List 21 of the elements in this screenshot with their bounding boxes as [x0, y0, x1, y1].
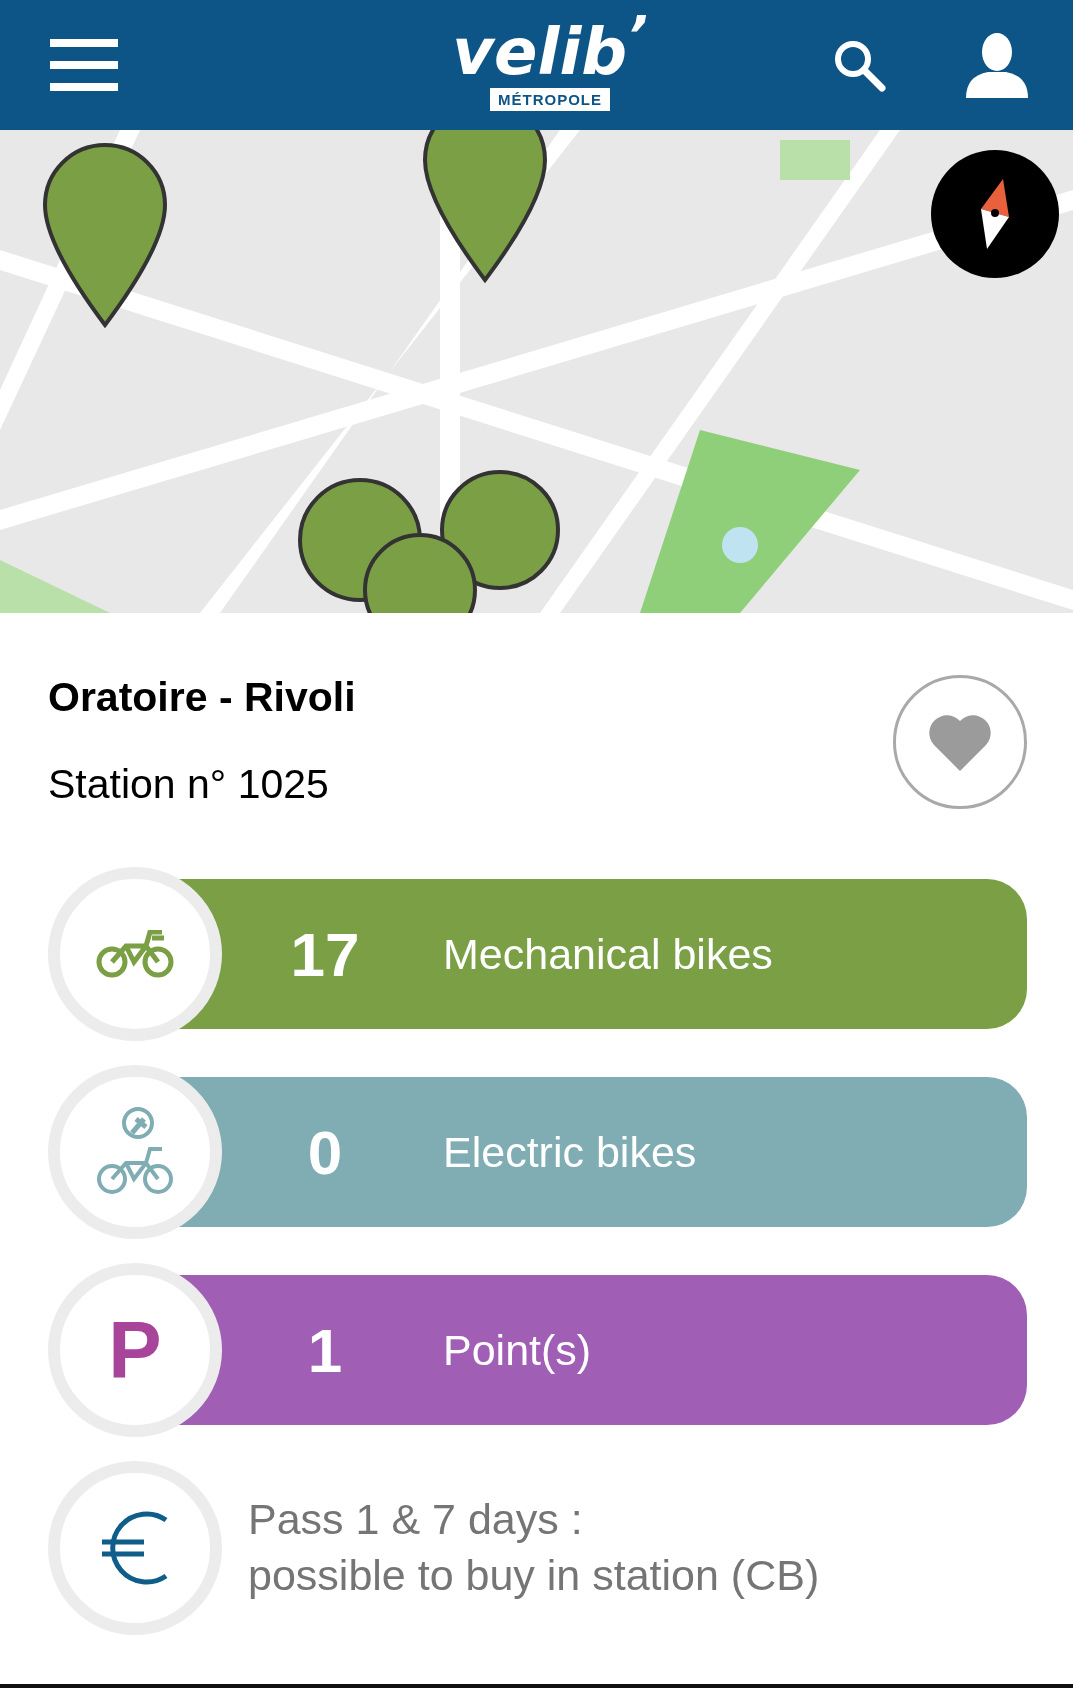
pass-info: Pass 1 & 7 days : possible to buy in station (CB) — [248, 1494, 820, 1602]
menu-button[interactable] — [50, 39, 118, 91]
menu-icon — [50, 39, 118, 91]
station-name: Oratoire - Rivoli — [48, 673, 356, 722]
person-icon — [966, 32, 1028, 98]
count-label: Mechanical bikes — [443, 929, 773, 979]
logo-text: velib$^{’}$ — [452, 14, 648, 89]
profile-button[interactable] — [966, 32, 1028, 98]
count-value: 0 — [306, 1116, 344, 1188]
bicycle-icon — [96, 930, 174, 979]
count-value: 1 — [306, 1314, 344, 1386]
station-number: Station n° 1025 — [48, 760, 330, 810]
parking-symbol: P — [108, 1310, 162, 1391]
count-label: Point(s) — [443, 1325, 592, 1375]
logo-subtitle: MÉTROPOLE — [490, 87, 610, 111]
search-icon — [832, 38, 886, 92]
search-button[interactable] — [832, 38, 886, 92]
count-label: Electric bikes — [443, 1127, 697, 1177]
euro-icon — [100, 1510, 170, 1587]
count-value: 17 — [289, 918, 361, 990]
heart-icon — [928, 713, 992, 771]
